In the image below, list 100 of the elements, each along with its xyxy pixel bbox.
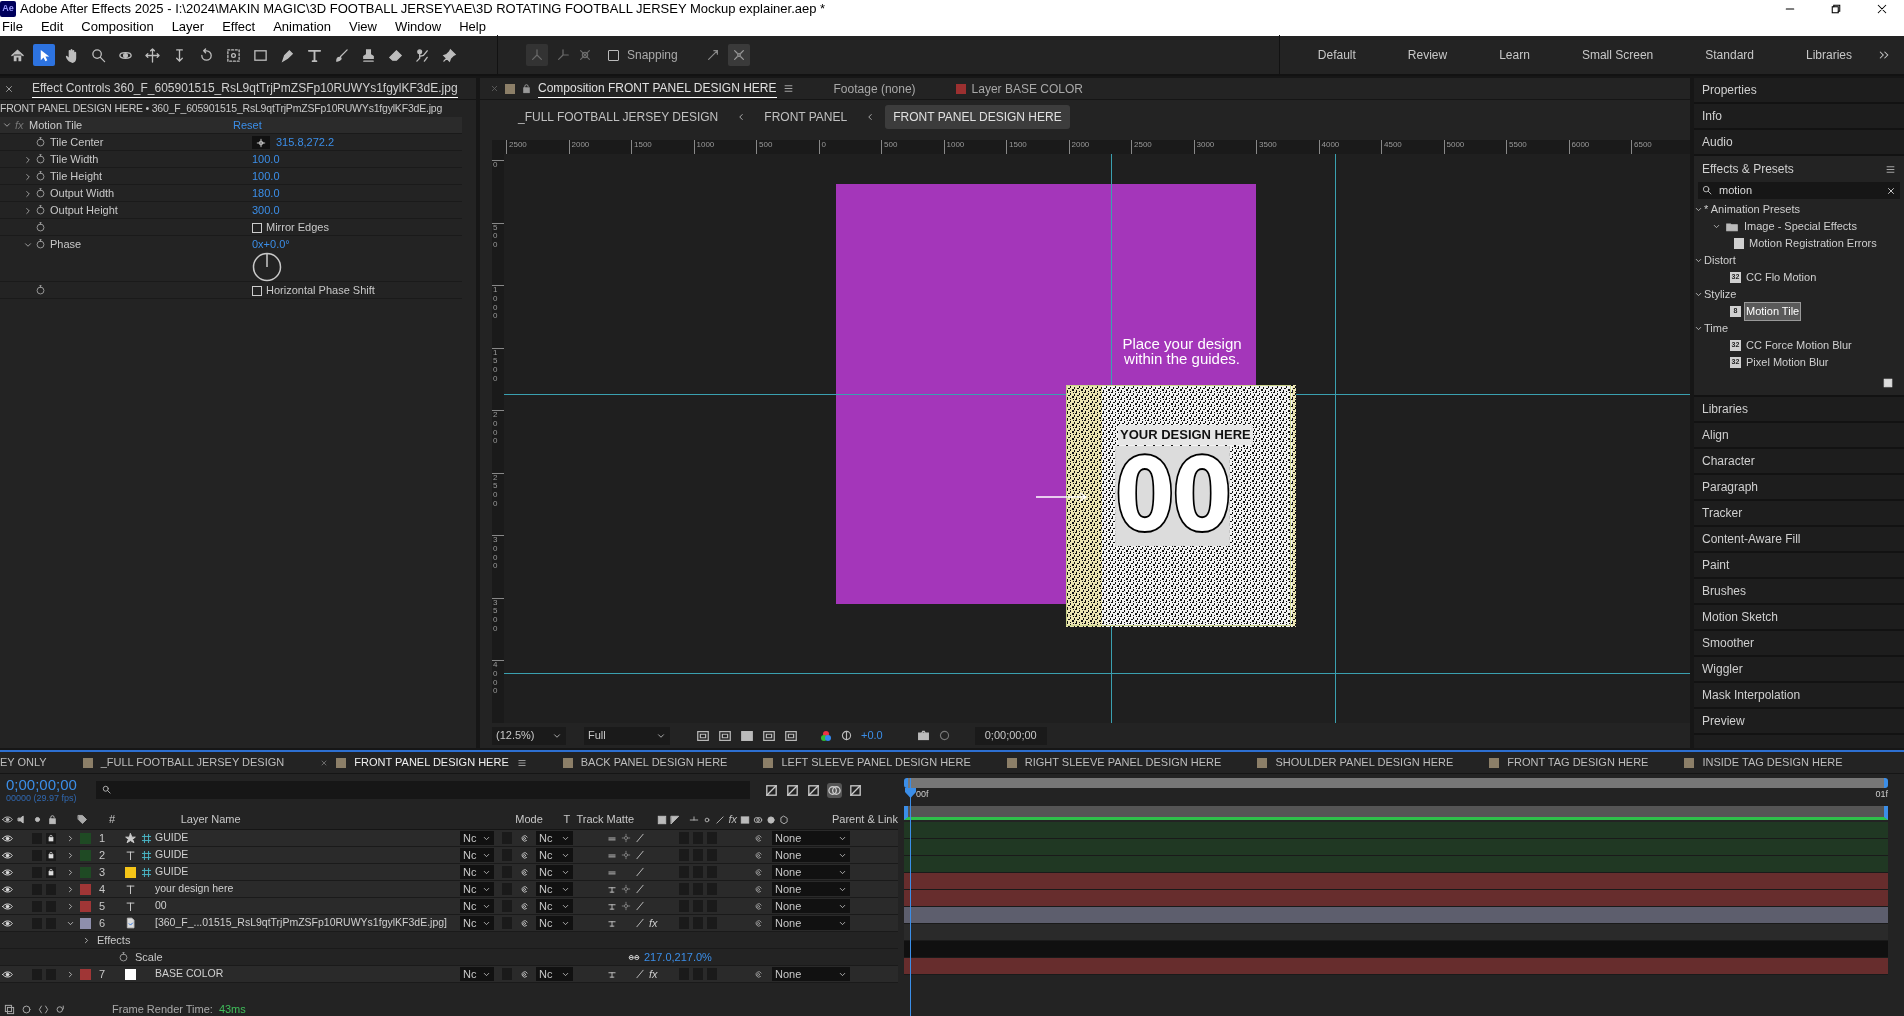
composition-canvas[interactable]: Place your design within the guides. YOUR DESIGN HERE 00 <box>504 154 1690 723</box>
chevron-right-icon[interactable] <box>23 171 33 182</box>
new-folder-icon[interactable] <box>1882 377 1894 389</box>
sun-switch-icon[interactable] <box>621 833 631 843</box>
blend-mode-dropdown[interactable]: Nc <box>460 865 494 879</box>
panel-header[interactable]: Content-Aware Fill <box>1702 530 1801 548</box>
panel-header[interactable]: Preview <box>1702 712 1745 730</box>
workspace-tab[interactable]: Libraries <box>1805 46 1852 64</box>
region-icon[interactable] <box>696 728 710 743</box>
workspace-tab[interactable]: Small Screen <box>1581 46 1654 64</box>
checkbox[interactable] <box>252 222 262 233</box>
panel-header[interactable]: Motion Sketch <box>1702 608 1779 626</box>
parent-pickwhip-icon[interactable] <box>753 866 764 878</box>
panel-header[interactable]: Info <box>1702 107 1722 125</box>
panel-header[interactable]: Libraries <box>1702 400 1749 418</box>
menu-item[interactable]: File <box>2 17 23 37</box>
column-header[interactable]: Mode <box>515 811 564 828</box>
switches-icon[interactable] <box>21 1003 32 1015</box>
magnification-dropdown[interactable]: (12.5%) <box>492 726 566 745</box>
stopwatch-icon[interactable] <box>118 951 129 963</box>
panel-menu-icon[interactable] <box>1885 163 1896 175</box>
current-time[interactable]: 0;00;00;00 <box>6 777 96 793</box>
eye-icon[interactable] <box>2 900 13 912</box>
timecode-field[interactable]: 0;00;00;00 <box>974 726 1047 745</box>
crosshair-button[interactable] <box>252 136 270 149</box>
stopwatch-icon[interactable] <box>35 154 46 165</box>
workspace-tab[interactable]: Learn <box>1499 46 1530 64</box>
comp-button-icon[interactable] <box>4 1003 15 1015</box>
panel-header[interactable]: Paint <box>1702 556 1730 574</box>
stopwatch-icon[interactable] <box>35 222 46 233</box>
panel-header[interactable]: Properties <box>1702 81 1757 99</box>
menu-item[interactable]: Effect <box>222 17 256 37</box>
timeline-tab[interactable]: SHOULDER PANEL DESIGN HERE <box>1275 754 1454 771</box>
lock-icon[interactable] <box>521 83 532 94</box>
timeline-tab[interactable]: LEFT SLEEVE PANEL DESIGN HERE <box>781 754 971 771</box>
category-item[interactable]: Stylize <box>1703 286 1738 303</box>
property-value[interactable]: 315.8,272.2 <box>276 134 335 151</box>
stopwatch-icon[interactable] <box>35 171 46 182</box>
parent-pickwhip-icon[interactable] <box>753 900 764 912</box>
eye-icon[interactable] <box>2 832 13 844</box>
lock-toggle[interactable] <box>46 832 56 844</box>
render-time-icon[interactable] <box>55 1003 66 1015</box>
time-navigator-bar[interactable] <box>904 806 1888 820</box>
effects-switch[interactable]: fx <box>649 965 661 983</box>
motion-blur-icon[interactable] <box>827 782 842 798</box>
chevron-right-icon[interactable] <box>66 969 75 979</box>
menu-item[interactable]: Edit <box>40 17 64 37</box>
menu-item[interactable]: Composition <box>81 17 154 37</box>
sun-switch-icon[interactable] <box>621 901 631 911</box>
grid-icon[interactable] <box>784 728 798 743</box>
panel-header[interactable]: Tracker <box>1702 504 1743 522</box>
menu-item[interactable]: Window <box>394 17 442 37</box>
panel-header[interactable]: Mask Interpolation <box>1702 686 1801 704</box>
layer-name[interactable]: 00 <box>155 898 460 914</box>
search-field[interactable]: motion <box>1698 182 1900 199</box>
frame-blending-icon[interactable] <box>806 782 821 798</box>
column-header[interactable]: Layer Name <box>180 811 516 828</box>
preset-list-item[interactable]: Pixel Motion Blur <box>1745 354 1830 371</box>
panel-header[interactable]: Brushes <box>1702 582 1747 600</box>
sun-switch-icon[interactable] <box>621 884 631 894</box>
panel-header[interactable]: Character <box>1702 452 1755 470</box>
camera-icon[interactable] <box>916 729 930 742</box>
track-matte-dropdown[interactable]: Nc <box>536 865 573 879</box>
track-matte-dropdown[interactable]: Nc <box>536 899 573 913</box>
stopwatch-icon[interactable] <box>35 285 46 296</box>
matte-link-icon[interactable] <box>519 917 530 929</box>
breadcrumb[interactable]: FRONT PANEL <box>756 105 856 129</box>
property-value[interactable]: 100.0 <box>252 168 280 185</box>
blend-mode-dropdown[interactable]: Nc <box>460 882 494 896</box>
timeline-tab[interactable]: FRONT PANEL DESIGN HERE <box>354 754 509 771</box>
stopwatch-icon[interactable] <box>35 205 46 216</box>
parent-dropdown[interactable]: None <box>772 967 850 981</box>
eye-icon[interactable] <box>2 849 13 861</box>
property-value[interactable]: 0x+0.0° <box>252 236 290 253</box>
lock-toggle[interactable] <box>46 849 56 861</box>
chevron-right-icon[interactable] <box>23 154 33 165</box>
property-value[interactable]: 217.0,217.0% <box>644 948 712 966</box>
track-matte-dropdown[interactable]: Nc <box>536 967 573 981</box>
parent-dropdown[interactable]: None <box>772 899 850 913</box>
label-color-swatch[interactable] <box>80 849 91 861</box>
angle-dial[interactable] <box>252 252 282 282</box>
eye-icon[interactable] <box>2 883 13 895</box>
layer-name[interactable]: BASE COLOR <box>155 966 460 982</box>
property-value[interactable]: 300.0 <box>252 202 280 219</box>
clear-icon[interactable] <box>1886 185 1896 196</box>
label-color-swatch[interactable] <box>80 968 91 980</box>
lock-toggle[interactable] <box>46 866 56 878</box>
timeline-tab[interactable]: EY ONLY <box>0 754 47 771</box>
panel-header[interactable]: Effects & Presets <box>1702 160 1794 178</box>
preset-list-item[interactable]: Motion Tile <box>1745 303 1801 320</box>
reset-link[interactable]: Reset <box>233 116 262 134</box>
timeline-tab[interactable]: INSIDE TAG DESIGN HERE <box>1702 754 1843 771</box>
transparency-grid-icon[interactable] <box>718 728 732 743</box>
category-item[interactable]: Time <box>1703 320 1730 337</box>
snap-arrow-icon[interactable] <box>705 48 720 62</box>
chevron-right-icon[interactable] <box>23 205 33 216</box>
menu-item[interactable]: Animation <box>273 17 331 37</box>
chevron-right-icon[interactable] <box>23 188 33 199</box>
menu-item[interactable]: Layer <box>171 17 205 37</box>
restore-icon[interactable] <box>1830 3 1842 15</box>
